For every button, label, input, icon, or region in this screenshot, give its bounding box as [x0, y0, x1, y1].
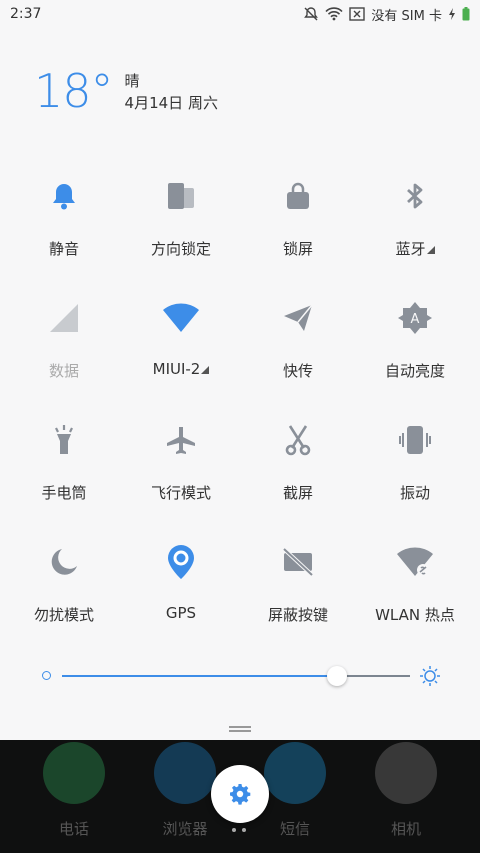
tile-label: 截屏: [282, 484, 313, 502]
brightness-high-icon: [420, 666, 440, 686]
dock-label: 相机: [390, 820, 421, 838]
tile-lock-screen[interactable]: 锁屏: [238, 160, 358, 270]
wifi-icon: [161, 298, 201, 338]
mobile-data-icon: [44, 298, 84, 338]
status-icons: 没有 SIM 卡: [303, 5, 470, 24]
carrier-text: 没有 SIM 卡: [371, 8, 442, 24]
sms-icon: [264, 742, 326, 804]
airplane-icon: [161, 420, 201, 460]
gear-icon: [230, 784, 251, 805]
panel-drag-handle[interactable]: [229, 726, 251, 732]
moon-icon: [44, 542, 84, 582]
rotation-lock-icon: [161, 176, 201, 216]
tile-wifi[interactable]: MIUI-2: [121, 282, 241, 392]
brightness-slider[interactable]: [38, 660, 442, 692]
tile-label: 振动: [399, 484, 430, 502]
weather-info: 晴 4月14日 周六: [125, 70, 218, 114]
vibrate-icon: [395, 420, 435, 460]
bluetooth-icon: [395, 176, 435, 216]
weather-date: 4月14日 周六: [124, 94, 218, 112]
phone-icon: [43, 742, 105, 804]
paper-plane-icon: [278, 298, 318, 338]
tile-label-text: 蓝牙: [395, 240, 426, 258]
brightness-thumb[interactable]: [326, 666, 347, 686]
tile-airplane-mode[interactable]: 飞行模式: [121, 404, 241, 514]
tile-vibrate[interactable]: 振动: [355, 404, 475, 514]
svg-text:A: A: [411, 312, 420, 327]
tile-label: 手电筒: [41, 484, 87, 502]
settings-button[interactable]: [211, 765, 269, 823]
no-sim-icon: [349, 7, 366, 21]
weather-widget[interactable]: 18° 晴 4月14日 周六: [34, 66, 218, 116]
dock-app-camera[interactable]: 相机: [358, 742, 454, 839]
tile-silent[interactable]: 静音: [4, 160, 124, 270]
status-time: 2:37: [10, 6, 42, 22]
status-bar: 2:37 没有 SIM 卡: [0, 0, 480, 28]
bell-icon: [44, 176, 84, 216]
page-indicator: [232, 828, 246, 832]
dock-app-phone[interactable]: 电话: [26, 742, 122, 839]
tile-label-text: MIUI-2: [152, 360, 201, 378]
tile-label: 数据: [48, 362, 79, 380]
tile-label: WLAN 热点: [375, 606, 455, 624]
tile-label: 屏蔽按键: [267, 606, 328, 624]
tile-label: 快传: [282, 362, 313, 380]
charging-icon: [449, 8, 455, 20]
camera-icon: [375, 742, 437, 804]
tile-label: 静音: [48, 240, 79, 258]
dock-label: 电话: [58, 820, 89, 838]
tile-hide-keys[interactable]: 屏蔽按键: [238, 526, 358, 636]
temperature: 18°: [34, 64, 114, 118]
tile-flashlight[interactable]: 手电筒: [4, 404, 124, 514]
tile-label: 方向锁定: [150, 240, 211, 258]
lock-icon: [278, 176, 318, 216]
tile-label: 锁屏: [282, 240, 313, 258]
tile-rotation-lock[interactable]: 方向锁定: [121, 160, 241, 270]
brightness-track-fill: [62, 675, 337, 677]
tile-gps[interactable]: GPS: [121, 526, 241, 636]
dock-label: 浏览器: [162, 820, 208, 838]
tile-quick-share[interactable]: 快传: [238, 282, 358, 392]
tile-mobile-data[interactable]: 数据: [4, 282, 124, 392]
tile-auto-brightness[interactable]: A 自动亮度: [355, 282, 475, 392]
tile-label: MIUI-2: [153, 360, 210, 378]
hotspot-icon: [395, 542, 435, 582]
tile-wlan-hotspot[interactable]: WLAN 热点: [355, 526, 475, 636]
tile-label: GPS: [165, 604, 197, 622]
tile-label: 蓝牙: [395, 238, 435, 259]
tile-label: 飞行模式: [150, 484, 211, 502]
browser-icon: [154, 742, 216, 804]
dock-label: 短信: [279, 820, 310, 838]
tile-do-not-disturb[interactable]: 勿扰模式: [4, 526, 124, 636]
wifi-status-icon: [325, 7, 344, 21]
weather-condition: 晴: [124, 72, 140, 90]
expand-indicator-icon: [426, 246, 435, 254]
hide-keys-icon: [278, 542, 318, 582]
bell-off-icon: [304, 7, 319, 21]
scissors-icon: [278, 420, 318, 460]
brightness-low-icon: [42, 671, 51, 680]
flashlight-icon: [44, 420, 84, 460]
tile-screenshot[interactable]: 截屏: [238, 404, 358, 514]
tile-label: 自动亮度: [384, 362, 445, 380]
tile-bluetooth[interactable]: 蓝牙: [355, 160, 475, 270]
expand-indicator-icon: [201, 366, 210, 374]
auto-brightness-icon: A: [395, 298, 435, 338]
location-pin-icon: [161, 542, 201, 582]
tile-label: 勿扰模式: [33, 606, 94, 624]
battery-icon: [462, 7, 470, 21]
